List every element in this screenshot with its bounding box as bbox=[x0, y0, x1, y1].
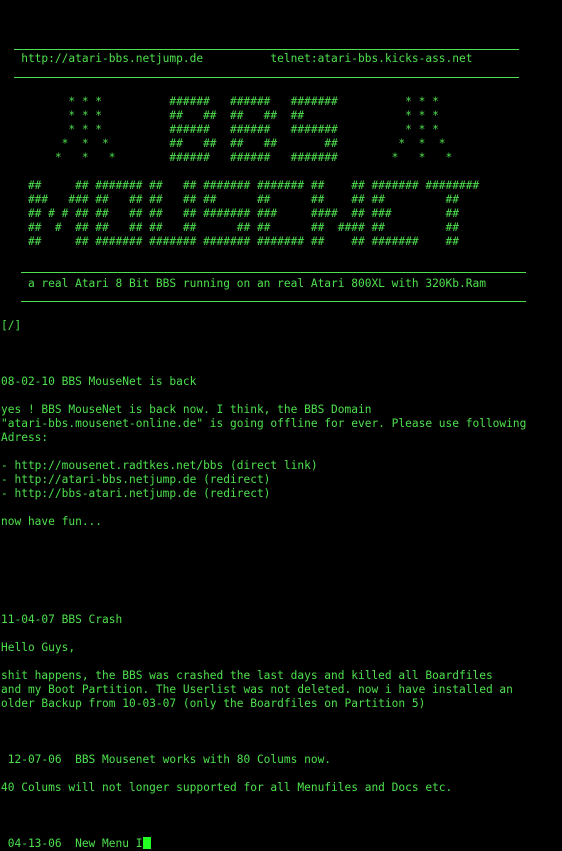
logo-line: ### ### ## ## ## ## ## ## ## ## ## ## bbox=[1, 193, 460, 206]
logo-line: * * * ## ## ## ## ## * * * bbox=[1, 109, 439, 122]
post-link-line: - http://bbs-atari.netjump.de (redirect) bbox=[1, 487, 271, 500]
post-title: 12-07-06 BBS Mousenet works with 80 Colu… bbox=[1, 753, 332, 766]
header-top-rule bbox=[14, 49, 519, 50]
post-body-line: now have fun... bbox=[1, 515, 103, 528]
post-title: 08-02-10 BBS MouseNet is back bbox=[1, 375, 197, 388]
post-body-line: and my Boot Partition. The Userlist was … bbox=[1, 683, 513, 696]
post-title: 04-13-06 New Menu I bbox=[1, 837, 143, 850]
logo-line: ## ## ####### ## ## ####### ####### ## #… bbox=[1, 179, 480, 192]
header-url-line: http://atari-bbs.netjump.de telnet:atari… bbox=[1, 52, 473, 65]
tagline-bottom-rule bbox=[21, 301, 526, 302]
logo-line: ## ## ####### ####### ####### ####### ##… bbox=[1, 235, 460, 248]
logo-line: * * * ## ## ## ## ## * * * bbox=[1, 137, 446, 150]
post-body-line: Hello Guys, bbox=[1, 641, 76, 654]
post-link-line: - http://mousenet.radtkes.net/bbs (direc… bbox=[1, 459, 318, 472]
terminal-cursor-icon bbox=[143, 837, 152, 849]
header-url-rule bbox=[14, 77, 519, 78]
post-body-line: shit happens, the BBS was crashed the la… bbox=[1, 669, 493, 682]
logo-line: * * * ###### ###### ####### * * * bbox=[1, 123, 439, 136]
logo-line: * * * ###### ###### ####### * * * bbox=[1, 95, 439, 108]
bbs-tagline: a real Atari 8 Bit BBS running on an rea… bbox=[1, 277, 486, 290]
root-directory-link[interactable]: [/] bbox=[1, 319, 21, 333]
post-title-with-cursor: 04-13-06 New Menu I bbox=[1, 837, 152, 851]
post-body-line: Adress: bbox=[1, 431, 49, 444]
post-body-line: "atari-bbs.mousenet-online.de" is going … bbox=[1, 417, 527, 430]
logo-line: ## # ## ## ## ## ## ## ## ## #### ## ## bbox=[1, 221, 460, 234]
post-body-line: yes ! BBS MouseNet is back now. I think,… bbox=[1, 403, 372, 416]
post-body-line: 40 Colums will not longer supported for … bbox=[1, 781, 453, 794]
post-link-line: - http://atari-bbs.netjump.de (redirect) bbox=[1, 473, 271, 486]
logo-line: ## # # ## ## ## ## ## ####### ### #### #… bbox=[1, 207, 460, 220]
tagline-top-rule bbox=[21, 272, 526, 273]
post-body-line: older Backup from 10-03-07 (only the Boa… bbox=[1, 697, 426, 710]
logo-line: * * * ###### ###### ####### * * * bbox=[1, 151, 453, 164]
post-title: 11-04-07 BBS Crash bbox=[1, 613, 123, 626]
